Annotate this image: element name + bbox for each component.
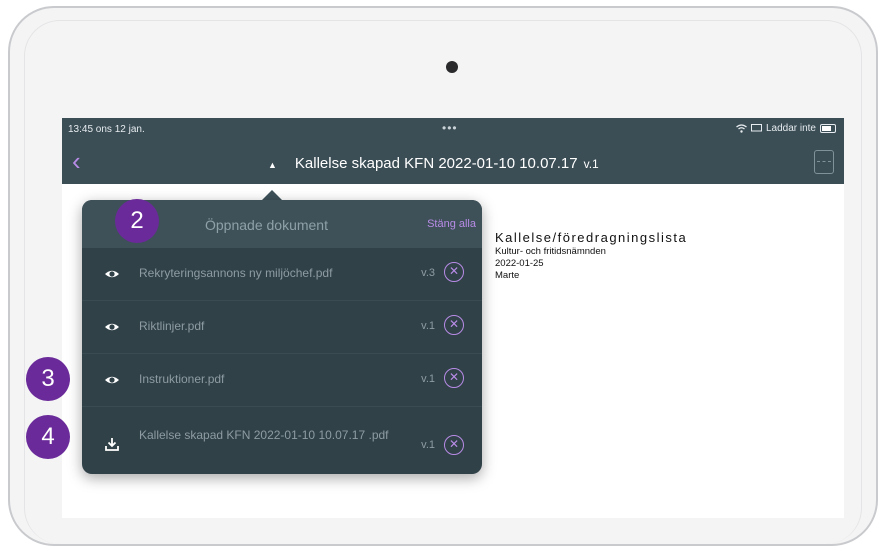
- document-version: v.1: [421, 320, 435, 332]
- eye-icon: [105, 376, 119, 384]
- popover-title: Öppnade dokument: [205, 217, 328, 233]
- document-title-toggle[interactable]: ▲ Kallelse skapad KFN 2022-01-10 10.07.1…: [268, 155, 599, 172]
- list-item[interactable]: Instruktioner.pdf v.1 ✕: [82, 354, 482, 407]
- document-line: Kultur- och fritidsnämnden: [495, 246, 606, 257]
- document-name: Kallelse skapad KFN 2022-01-10 10.07.17 …: [139, 428, 389, 442]
- caret-up-icon: ▲: [268, 160, 277, 170]
- document-version: v.1: [583, 157, 599, 171]
- document-title: Kallelse skapad KFN 2022-01-10 10.07.17: [294, 155, 578, 172]
- wifi-icon: [736, 124, 747, 133]
- status-time: 13:45 ons 12 jan.: [68, 124, 145, 135]
- close-document-button[interactable]: ✕: [444, 368, 464, 388]
- close-document-button[interactable]: ✕: [444, 435, 464, 455]
- charging-status: Laddar inte: [765, 123, 816, 134]
- document-name: Riktlinjer.pdf: [139, 319, 205, 333]
- callout-marker: 4: [26, 415, 70, 459]
- status-indicators: Laddar inte: [736, 123, 836, 134]
- nav-bar: ‹ ▲ Kallelse skapad KFN 2022-01-10 10.07…: [62, 144, 844, 184]
- back-button[interactable]: ‹: [72, 147, 81, 175]
- document-heading: Kallelse/föredragningslista: [495, 230, 688, 245]
- status-bar: 13:45 ons 12 jan. ••• Laddar inte: [62, 118, 844, 144]
- document-version: v.1: [421, 439, 435, 451]
- close-document-button[interactable]: ✕: [444, 262, 464, 282]
- document-content: Kallelse/föredragningslista Kultur- och …: [495, 230, 688, 282]
- eye-icon: [105, 323, 119, 331]
- eye-icon: [105, 270, 119, 278]
- battery-icon: [820, 124, 836, 133]
- document-name: Rekryteringsannons ny miljöchef.pdf: [139, 266, 333, 280]
- screen-mirror-icon: [750, 124, 762, 132]
- split-view-icon[interactable]: [814, 150, 834, 174]
- more-dots-icon[interactable]: •••: [442, 121, 458, 135]
- list-item[interactable]: Kallelse skapad KFN 2022-01-10 10.07.17 …: [82, 407, 482, 474]
- close-all-button[interactable]: Stäng alla: [427, 218, 476, 230]
- camera-icon: [446, 61, 458, 73]
- document-line: 2022-01-25: [495, 258, 544, 269]
- document-line: Marte: [495, 270, 520, 281]
- popover-arrow: [262, 190, 282, 200]
- document-version: v.3: [421, 267, 435, 279]
- callout-marker: 2: [115, 199, 159, 243]
- callout-marker: 3: [26, 357, 70, 401]
- download-icon: [105, 438, 119, 451]
- document-name: Instruktioner.pdf: [139, 372, 225, 386]
- list-item[interactable]: Riktlinjer.pdf v.1 ✕: [82, 301, 482, 354]
- close-document-button[interactable]: ✕: [444, 315, 464, 335]
- document-version: v.1: [421, 373, 435, 385]
- list-item[interactable]: Rekryteringsannons ny miljöchef.pdf v.3 …: [82, 248, 482, 301]
